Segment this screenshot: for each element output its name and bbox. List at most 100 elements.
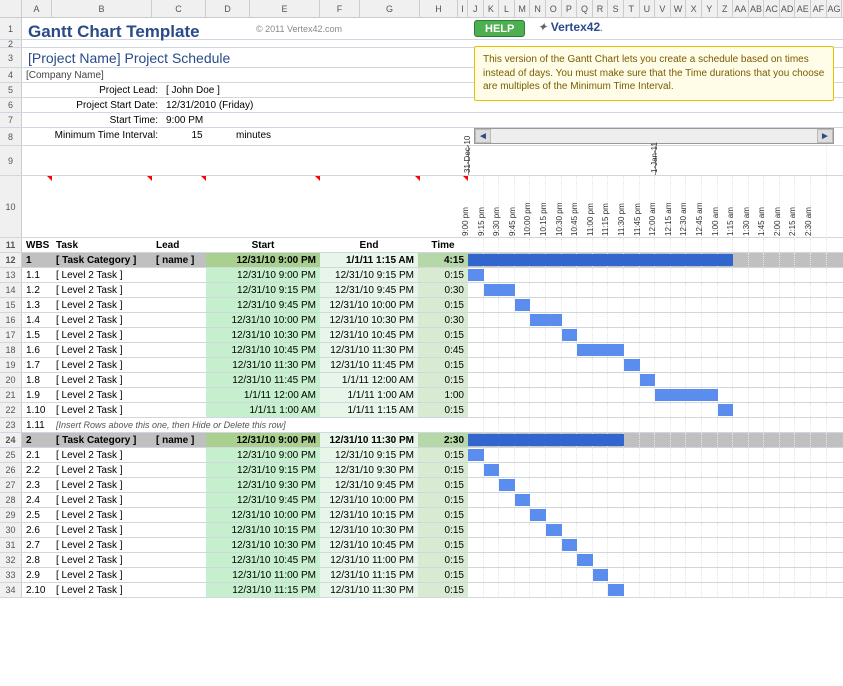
row-number[interactable]: 13: [0, 268, 22, 282]
lead-cell[interactable]: [152, 388, 206, 402]
end-cell[interactable]: 1/1/11 1:15 AM: [320, 253, 418, 267]
col-header-N[interactable]: N: [530, 0, 546, 17]
task-cell[interactable]: [ Level 2 Task ]: [52, 553, 152, 567]
task-cell[interactable]: [ Level 2 Task ]: [52, 568, 152, 582]
wbs-cell[interactable]: 2.8: [22, 553, 52, 567]
time-cell[interactable]: 0:15: [418, 478, 468, 492]
end-cell[interactable]: 1/1/11 12:00 AM: [320, 373, 418, 387]
col-header-P[interactable]: P: [562, 0, 578, 17]
row-number[interactable]: 25: [0, 448, 22, 462]
row-number[interactable]: 20: [0, 373, 22, 387]
time-cell[interactable]: 0:15: [418, 403, 468, 417]
start-cell[interactable]: 12/31/10 9:15 PM: [206, 283, 320, 297]
row-number[interactable]: 10: [0, 176, 22, 237]
wbs-cell[interactable]: 2.6: [22, 523, 52, 537]
start-cell[interactable]: 12/31/10 11:45 PM: [206, 373, 320, 387]
col-header-C[interactable]: C: [152, 0, 206, 17]
start-cell[interactable]: 12/31/10 10:15 PM: [206, 523, 320, 537]
time-cell[interactable]: 2:30: [418, 433, 468, 447]
lead-cell[interactable]: [152, 343, 206, 357]
col-header-AF[interactable]: AF: [811, 0, 827, 17]
end-cell[interactable]: 12/31/10 9:45 PM: [320, 283, 418, 297]
start-cell[interactable]: 12/31/10 10:30 PM: [206, 328, 320, 342]
start-cell[interactable]: 1/1/11 1:00 AM: [206, 403, 320, 417]
task-cell[interactable]: [ Level 2 Task ]: [52, 403, 152, 417]
start-cell[interactable]: 12/31/10 11:30 PM: [206, 358, 320, 372]
lead-cell[interactable]: [152, 538, 206, 552]
start-cell[interactable]: 12/31/10 9:15 PM: [206, 463, 320, 477]
col-header-T[interactable]: T: [624, 0, 640, 17]
start-cell[interactable]: 12/31/10 9:00 PM: [206, 268, 320, 282]
lead-cell[interactable]: [ name ]: [152, 253, 206, 267]
row-number[interactable]: 3: [0, 48, 22, 67]
start-cell[interactable]: 12/31/10 10:45 PM: [206, 553, 320, 567]
col-header-Y[interactable]: Y: [702, 0, 718, 17]
start-cell[interactable]: 12/31/10 9:45 PM: [206, 493, 320, 507]
end-cell[interactable]: 12/31/10 11:45 PM: [320, 358, 418, 372]
end-cell[interactable]: 12/31/10 9:45 PM: [320, 478, 418, 492]
time-cell[interactable]: 0:15: [418, 463, 468, 477]
task-cell[interactable]: [ Level 2 Task ]: [52, 478, 152, 492]
time-cell[interactable]: 0:45: [418, 343, 468, 357]
end-cell[interactable]: 12/31/10 9:15 PM: [320, 448, 418, 462]
lead-cell[interactable]: [152, 583, 206, 597]
col-header-M[interactable]: M: [515, 0, 531, 17]
row-number[interactable]: 2: [0, 40, 22, 47]
col-header-Z[interactable]: Z: [718, 0, 734, 17]
select-all-corner[interactable]: [0, 0, 22, 17]
scroll-left-icon[interactable]: ◄: [475, 129, 491, 143]
task-cell[interactable]: [ Level 2 Task ]: [52, 388, 152, 402]
row-number[interactable]: 11: [0, 238, 22, 252]
start-cell[interactable]: 12/31/10 10:00 PM: [206, 508, 320, 522]
task-cell[interactable]: [ Level 2 Task ]: [52, 328, 152, 342]
row-number[interactable]: 5: [0, 83, 22, 97]
lead-cell[interactable]: [152, 268, 206, 282]
scroll-right-icon[interactable]: ►: [817, 129, 833, 143]
wbs-cell[interactable]: 2.3: [22, 478, 52, 492]
end-cell[interactable]: 12/31/10 10:15 PM: [320, 508, 418, 522]
task-cell[interactable]: [ Level 2 Task ]: [52, 358, 152, 372]
col-header-W[interactable]: W: [671, 0, 687, 17]
col-header-AG[interactable]: AG: [827, 0, 843, 17]
task-cell[interactable]: [ Level 2 Task ]: [52, 268, 152, 282]
time-cell[interactable]: 0:15: [418, 523, 468, 537]
end-cell[interactable]: 12/31/10 11:30 PM: [320, 343, 418, 357]
wbs-cell[interactable]: 1.3: [22, 298, 52, 312]
wbs-cell[interactable]: 2.5: [22, 508, 52, 522]
wbs-cell[interactable]: 2.1: [22, 448, 52, 462]
task-cell[interactable]: [ Level 2 Task ]: [52, 283, 152, 297]
time-cell[interactable]: 0:15: [418, 508, 468, 522]
start-cell[interactable]: 12/31/10 9:00 PM: [206, 448, 320, 462]
task-cell[interactable]: [ Level 2 Task ]: [52, 583, 152, 597]
wbs-cell[interactable]: 1.10: [22, 403, 52, 417]
lead-cell[interactable]: [152, 478, 206, 492]
start-cell[interactable]: 12/31/10 9:00 PM: [206, 433, 320, 447]
row-number[interactable]: 32: [0, 553, 22, 567]
col-header-S[interactable]: S: [608, 0, 624, 17]
end-cell[interactable]: 12/31/10 11:30 PM: [320, 583, 418, 597]
row-number[interactable]: 19: [0, 358, 22, 372]
task-cell[interactable]: [ Level 2 Task ]: [52, 448, 152, 462]
row-number[interactable]: 9: [0, 146, 22, 175]
lead-cell[interactable]: [152, 373, 206, 387]
row-number[interactable]: 22: [0, 403, 22, 417]
col-header-J[interactable]: J: [468, 0, 484, 17]
lead-cell[interactable]: [152, 358, 206, 372]
lead-cell[interactable]: [ name ]: [152, 433, 206, 447]
col-header-AE[interactable]: AE: [795, 0, 811, 17]
row-number[interactable]: 12: [0, 253, 22, 267]
time-cell[interactable]: 0:15: [418, 568, 468, 582]
col-header-D[interactable]: D: [206, 0, 250, 17]
end-cell[interactable]: 1/1/11 1:15 AM: [320, 403, 418, 417]
col-header-B[interactable]: B: [52, 0, 152, 17]
row-number[interactable]: 21: [0, 388, 22, 402]
row-number[interactable]: 23: [0, 418, 22, 432]
wbs-cell[interactable]: 1.7: [22, 358, 52, 372]
end-cell[interactable]: 12/31/10 10:00 PM: [320, 493, 418, 507]
col-header-R[interactable]: R: [593, 0, 609, 17]
start-cell[interactable]: 12/31/10 9:45 PM: [206, 298, 320, 312]
col-header-F[interactable]: F: [320, 0, 360, 17]
row-number[interactable]: 14: [0, 283, 22, 297]
task-cell[interactable]: [ Level 2 Task ]: [52, 538, 152, 552]
wbs-cell[interactable]: 1.5: [22, 328, 52, 342]
